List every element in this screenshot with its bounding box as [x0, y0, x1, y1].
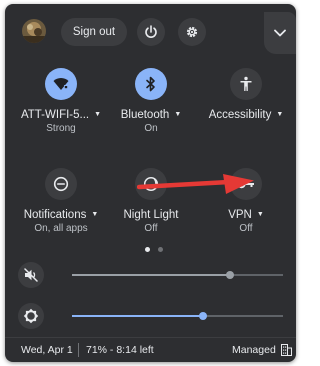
tile-sublabel: Off	[239, 223, 253, 234]
volume-muted-icon	[24, 268, 38, 282]
tile-accessibility[interactable]: Accessibility ▼	[201, 68, 291, 123]
tile-bluetooth[interactable]: Bluetooth ▼ On	[106, 68, 196, 134]
annotation-arrow	[137, 174, 254, 194]
wifi-icon	[53, 78, 69, 90]
bluetooth-icon	[146, 76, 155, 92]
volume-slider-fill	[72, 274, 231, 276]
wifi-toggle[interactable]	[45, 68, 77, 100]
footer-divider	[5, 337, 296, 338]
avatar[interactable]	[22, 19, 46, 43]
volume-slider-thumb[interactable]	[226, 271, 235, 279]
tile-label: Notifications	[23, 209, 87, 221]
tile-notifications[interactable]: Notifications ▼ On, all apps	[16, 168, 106, 234]
brightness-icon	[23, 308, 39, 324]
tile-label: Accessibility	[208, 109, 272, 121]
dropdown-caret-icon: ▼	[174, 111, 182, 119]
tile-label: VPN	[228, 209, 252, 221]
accessibility-icon	[240, 76, 252, 91]
tile-sublabel: Strong	[46, 123, 76, 134]
sign-out-button[interactable]: Sign out	[61, 18, 127, 46]
managed-label[interactable]: Managed	[232, 344, 276, 356]
battery-status[interactable]: 71% - 8:14 left	[86, 344, 154, 356]
collapse-button[interactable]	[264, 12, 296, 54]
tile-label: Bluetooth	[120, 109, 170, 121]
tile-label: ATT-WIFI-5...	[20, 109, 90, 121]
system-tray-panel: Sign out ATT-WIFI-5... ▼ Strong Bluetoot…	[5, 4, 296, 362]
dropdown-caret-icon: ▼	[94, 111, 102, 119]
dropdown-caret-icon: ▼	[91, 211, 99, 219]
settings-button[interactable]	[178, 18, 206, 46]
tile-wifi[interactable]: ATT-WIFI-5... ▼ Strong	[16, 68, 106, 134]
gear-icon	[186, 26, 198, 38]
date-label[interactable]: Wed, Apr 1	[21, 344, 73, 356]
volume-mute-button[interactable]	[18, 262, 44, 288]
brightness-slider-fill	[72, 315, 203, 317]
power-button[interactable]	[137, 18, 165, 46]
brightness-button[interactable]	[18, 303, 44, 329]
dropdown-caret-icon: ▼	[256, 211, 264, 219]
footer-separator	[78, 343, 79, 357]
notifications-icon	[53, 176, 69, 192]
page-dot-1[interactable]	[145, 247, 150, 252]
tile-sublabel: On	[144, 123, 158, 134]
brightness-slider-thumb[interactable]	[198, 312, 207, 320]
tile-label: Night Light	[123, 209, 179, 221]
page-dot-2[interactable]	[158, 247, 163, 252]
page-indicator	[145, 247, 163, 252]
chevron-down-icon	[274, 29, 286, 37]
managed-building-icon[interactable]	[281, 344, 292, 356]
accessibility-toggle[interactable]	[230, 68, 262, 100]
volume-slider[interactable]	[72, 271, 283, 279]
tile-sublabel: Off	[144, 223, 158, 234]
notifications-toggle[interactable]	[45, 168, 77, 200]
brightness-slider[interactable]	[72, 312, 283, 320]
dropdown-caret-icon: ▼	[276, 111, 284, 119]
tile-sublabel: On, all apps	[34, 223, 88, 234]
power-icon	[145, 25, 157, 38]
bluetooth-toggle[interactable]	[135, 68, 167, 100]
